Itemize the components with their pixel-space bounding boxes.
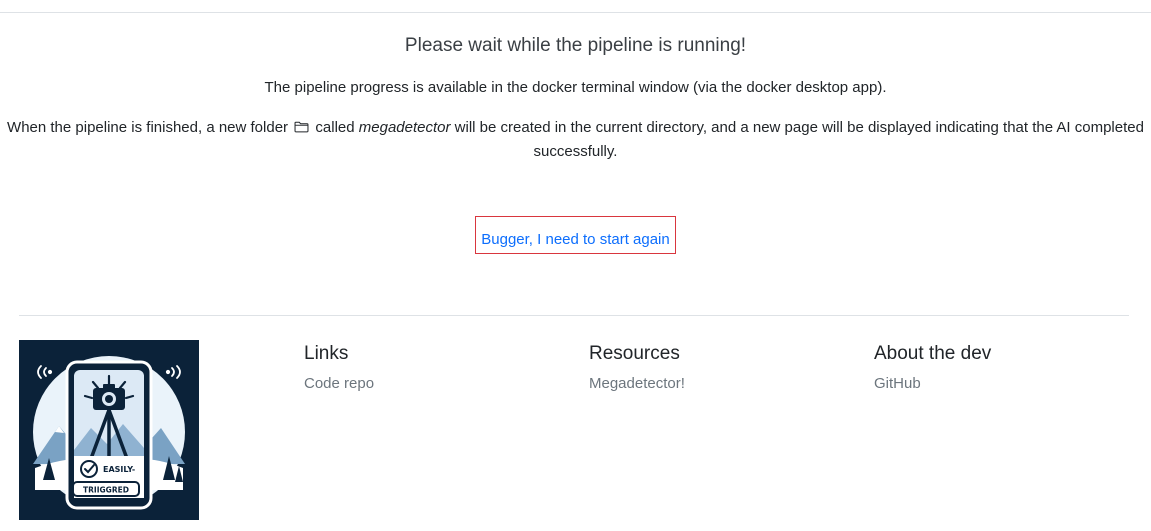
footer-divider [19, 315, 1129, 316]
restart-button-wrapper: Bugger, I need to start again [0, 216, 1151, 254]
footer-column-about: About the dev GitHub [874, 340, 1134, 395]
camera-trap-logo-icon: EASILY- TRIIGGRED [19, 340, 199, 520]
logo-bottom-text: TRIIGGRED [83, 486, 129, 495]
progress-paragraph: The pipeline progress is available in th… [264, 79, 887, 96]
logo-illustration: EASILY- TRIIGGRED [33, 356, 185, 510]
footer-column-resources: Resources Megadetector! [589, 340, 849, 395]
footer-column-links: Links Code repo [304, 340, 564, 395]
footer-heading-about: About the dev [874, 343, 992, 364]
completion-text-called: called [315, 119, 355, 136]
pipeline-status-section: Please wait while the pipeline is runnin… [0, 30, 1151, 164]
completion-paragraph: When the pipeline is finished, a new fol… [0, 116, 1151, 164]
footer-heading-links: Links [304, 343, 349, 364]
restart-button[interactable]: Bugger, I need to start again [475, 216, 676, 254]
folder-name: megadetector [358, 119, 451, 136]
page-title: Please wait while the pipeline is runnin… [404, 35, 747, 56]
code-repo-link[interactable]: Code repo [304, 373, 564, 395]
completion-text-before: When the pipeline is finished, a new fol… [7, 119, 289, 136]
github-link[interactable]: GitHub [874, 373, 1134, 395]
logo-top-text: EASILY- [103, 465, 135, 474]
folder-icon [294, 121, 309, 133]
top-divider [0, 12, 1151, 13]
completion-text-after: will be created in the current directory… [454, 119, 1144, 160]
footer-heading-resources: Resources [589, 343, 680, 364]
megadetector-link[interactable]: Megadetector! [589, 373, 849, 395]
